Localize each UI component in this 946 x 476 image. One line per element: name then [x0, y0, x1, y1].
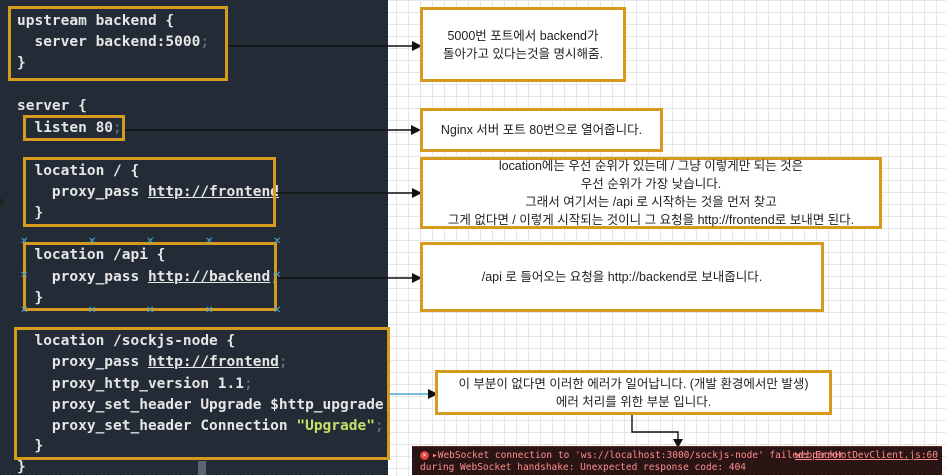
scrollbar-thumb[interactable]: [198, 461, 206, 475]
note-text-line: 돌아가고 있다는것을 명시해줌.: [443, 46, 603, 61]
error-text-line-1: WebSocket connection to 'ws://localhost:…: [437, 450, 844, 461]
highlight-location-sockjs: [14, 327, 390, 460]
selection-handle[interactable]: ✕: [273, 306, 281, 316]
highlight-listen: [23, 115, 125, 141]
arrow-to-error: [631, 414, 683, 448]
note-text-line: 에러 처리를 위한 부분 입니다.: [555, 394, 712, 409]
note-text-line: 우선 순위가 가장 낮습니다.: [580, 177, 722, 191]
selection-handle[interactable]: ✕: [146, 237, 154, 247]
code-line-server: server {: [17, 98, 87, 114]
arrow-sockjs: [390, 389, 438, 399]
console-error-message: ✕ ▸WebSocket connection to 'ws://localhos…: [412, 446, 942, 475]
arrow-upstream: [228, 41, 422, 51]
arrow-listen: [125, 125, 421, 135]
selection-handle[interactable]: ✕: [88, 306, 96, 316]
selection-handle[interactable]: ✕: [205, 306, 213, 316]
arrow-location-root: [276, 188, 422, 198]
selection-handle[interactable]: ✕: [20, 271, 28, 281]
arrow-location-api: [277, 273, 422, 283]
note-location-api: /api 로 들어오는 요청을 http://backend로 보내줍니다.: [420, 242, 824, 312]
selection-handle[interactable]: ✕: [88, 237, 96, 247]
error-source-link[interactable]: webpackHotDevClient.js:60: [795, 450, 938, 462]
note-upstream: 5000번 포트에서 backend가 돌아가고 있다는것을 명시해줌.: [420, 7, 626, 82]
note-text-line: location에는 우선 순위가 있는데 / 그냥 이렇게만 되는 것은: [498, 159, 804, 173]
code-line-close-server: }: [17, 459, 26, 475]
note-location-root: location에는 우선 순위가 있는데 / 그냥 이렇게만 되는 것은 우선…: [420, 157, 882, 229]
note-text-line: /api 로 들어오는 요청을 http://backend로 보내줍니다.: [481, 270, 763, 284]
note-listen: Nginx 서버 포트 80번으로 열어줍니다.: [420, 108, 663, 152]
selection-handle[interactable]: ✕: [20, 237, 28, 247]
note-text-line: 그래서 여기서는 /api 로 시작하는 것을 먼저 찾고: [525, 195, 777, 209]
note-text-line: Nginx 서버 포트 80번으로 열어줍니다.: [440, 123, 643, 137]
error-icon: ✕: [420, 451, 429, 460]
note-sockjs: 이 부분이 없다면 이러한 에러가 일어납니다. (개발 환경에서만 발생) 에…: [435, 370, 832, 415]
selection-handle[interactable]: ✕: [20, 306, 28, 316]
highlight-location-root: [23, 157, 276, 227]
error-text-line-2: during WebSocket handshake: Unexpected r…: [420, 462, 747, 473]
selection-handle[interactable]: ✕: [273, 237, 281, 247]
note-text-line: 그게 없다면 / 이렇게 시작되는 것이니 그 요청을 http://front…: [447, 213, 855, 227]
note-text-line: 이 부분이 없다면 이러한 에러가 일어납니다. (개발 환경에서만 발생): [458, 376, 809, 391]
highlight-upstream-block: [8, 6, 228, 81]
selection-handle[interactable]: ✕: [146, 306, 154, 316]
note-text-line: 5000번 포트에서 backend가: [447, 28, 599, 43]
selection-handle[interactable]: ✕: [205, 237, 213, 247]
highlight-location-api[interactable]: [23, 242, 277, 311]
